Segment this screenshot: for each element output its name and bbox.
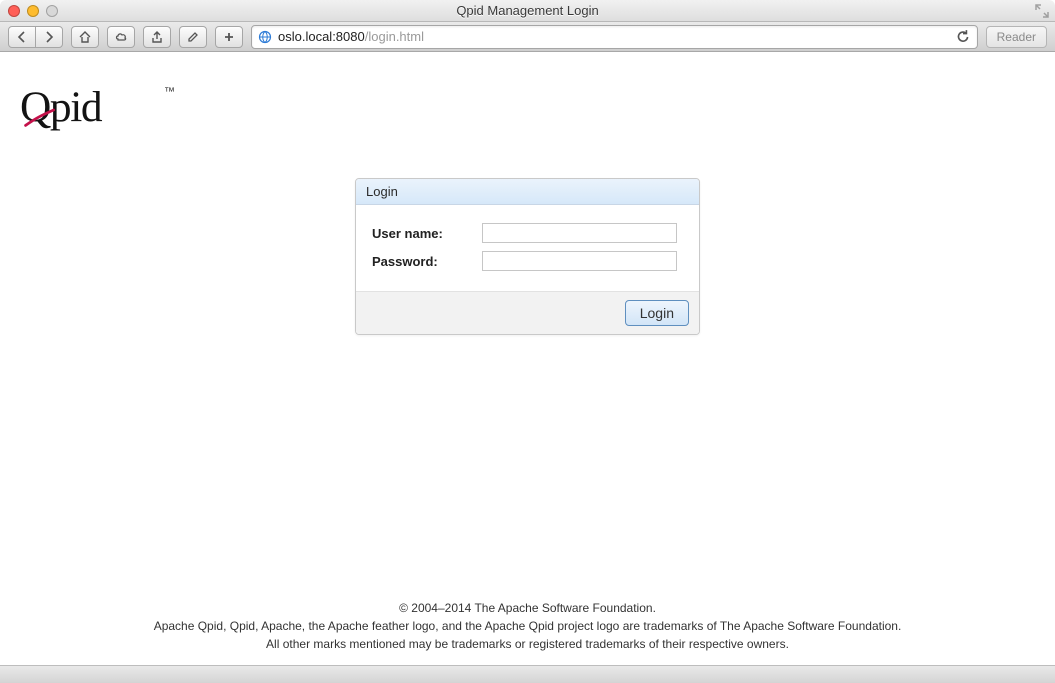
globe-icon: [258, 30, 272, 44]
password-row: Password:: [370, 247, 685, 275]
reader-label: Reader: [997, 30, 1036, 44]
footer-line-3: All other marks mentioned may be tradema…: [40, 635, 1015, 653]
nav-back-forward-group: [8, 26, 63, 48]
icloud-tabs-button[interactable]: [107, 26, 135, 48]
forward-button[interactable]: [35, 26, 63, 48]
edit-button[interactable]: [179, 26, 207, 48]
password-label: Password:: [370, 247, 480, 275]
home-button[interactable]: [71, 26, 99, 48]
reload-button[interactable]: [955, 29, 971, 45]
window-title: Qpid Management Login: [0, 3, 1055, 18]
reader-button[interactable]: Reader: [986, 26, 1047, 48]
footer-line-1: © 2004–2014 The Apache Software Foundati…: [40, 599, 1015, 617]
qpid-logo-svg: Qpid: [20, 82, 160, 138]
add-bookmark-button[interactable]: [215, 26, 243, 48]
url-text[interactable]: oslo.local:8080/login.html: [278, 29, 949, 44]
trademark-symbol: ™: [164, 86, 176, 98]
qpid-logo: Qpid ™: [20, 82, 1055, 138]
url-path: /login.html: [365, 29, 424, 44]
username-row: User name:: [370, 219, 685, 247]
browser-toolbar: oslo.local:8080/login.html Reader: [0, 22, 1055, 52]
username-input[interactable]: [482, 223, 677, 243]
svg-text:Qpid: Qpid: [20, 83, 103, 131]
fullscreen-icon[interactable]: [1035, 4, 1049, 18]
username-label: User name:: [370, 219, 480, 247]
password-input[interactable]: [482, 251, 677, 271]
back-button[interactable]: [8, 26, 36, 48]
close-window-button[interactable]: [8, 5, 20, 17]
login-form: User name: Password:: [356, 205, 699, 291]
window-bottom-edge: [0, 665, 1055, 683]
page-content: Qpid ™ Login User name: Password: Login …: [0, 52, 1055, 665]
traffic-lights: [8, 5, 58, 17]
window-titlebar: Qpid Management Login: [0, 0, 1055, 22]
minimize-window-button[interactable]: [27, 5, 39, 17]
page-footer: © 2004–2014 The Apache Software Foundati…: [0, 599, 1055, 653]
share-button[interactable]: [143, 26, 171, 48]
login-panel: Login User name: Password: Login: [355, 178, 700, 335]
address-bar[interactable]: oslo.local:8080/login.html: [251, 25, 978, 49]
url-host: oslo.local:8080: [278, 29, 365, 44]
login-panel-title: Login: [356, 179, 699, 205]
login-footer: Login: [356, 291, 699, 334]
footer-line-2: Apache Qpid, Qpid, Apache, the Apache fe…: [40, 617, 1015, 635]
zoom-window-button[interactable]: [46, 5, 58, 17]
login-button[interactable]: Login: [625, 300, 689, 326]
